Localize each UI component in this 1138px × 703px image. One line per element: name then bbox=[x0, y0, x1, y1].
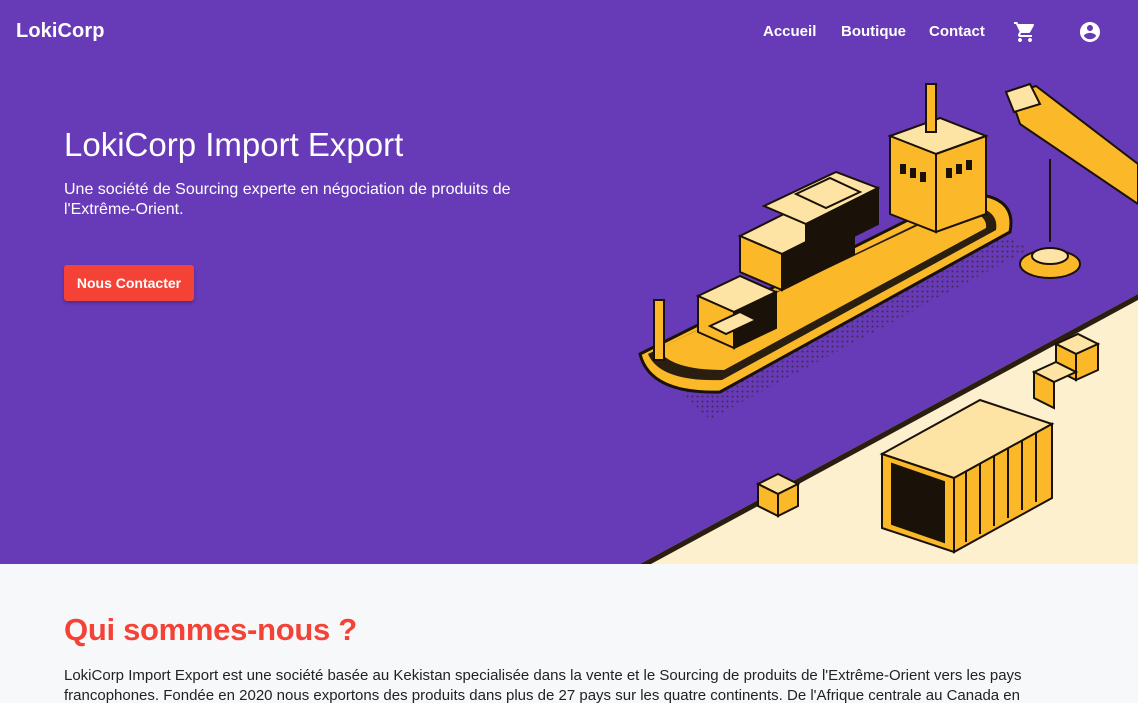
account-circle-icon[interactable] bbox=[1078, 20, 1102, 44]
hero-subtitle: Une société de Sourcing experte en négoc… bbox=[64, 181, 511, 218]
hero-section: LokiCorp Accueil Boutique Contact LokiCo… bbox=[0, 0, 1138, 564]
top-navbar: LokiCorp Accueil Boutique Contact bbox=[0, 0, 1138, 64]
brand-logo[interactable]: LokiCorp bbox=[16, 20, 105, 43]
contact-us-button[interactable]: Nous Contacter bbox=[64, 265, 194, 301]
nav-link-accueil[interactable]: Accueil bbox=[763, 23, 816, 40]
hero-title: LokiCorp Import Export bbox=[64, 126, 404, 163]
about-text: LokiCorp Import Export est une société b… bbox=[64, 667, 1022, 703]
nav-link-contact[interactable]: Contact bbox=[929, 23, 985, 40]
cart-icon[interactable] bbox=[1013, 20, 1037, 44]
nav-link-boutique[interactable]: Boutique bbox=[841, 23, 906, 40]
about-section: Qui sommes-nous ? LokiCorp Import Export… bbox=[0, 564, 1138, 703]
cargo-ship-port-illustration bbox=[638, 82, 1138, 564]
about-title: Qui sommes-nous ? bbox=[64, 612, 357, 647]
